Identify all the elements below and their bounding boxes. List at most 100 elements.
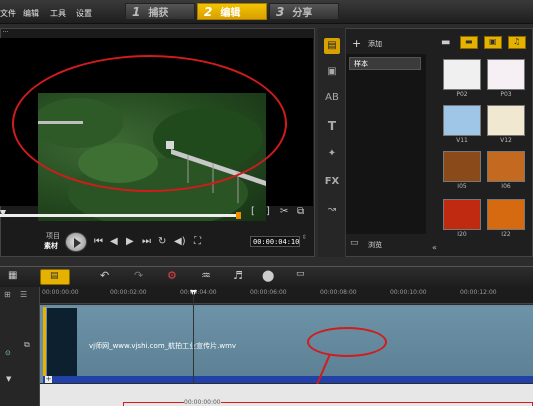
add-track-icon[interactable]: +	[45, 376, 52, 383]
audio-filter-icon: ♫	[513, 37, 521, 46]
path-icon[interactable]: ↝	[324, 202, 340, 218]
step-share-tab[interactable]: 3 分享	[269, 3, 339, 20]
play-button[interactable]	[65, 232, 87, 252]
mark-in-button[interactable]: [	[251, 206, 255, 217]
video-clip[interactable]: vj师网_www.vjshi.com_航拍工业宣传片.wmv	[43, 307, 533, 382]
media-library-icon[interactable]: ▤	[324, 38, 340, 54]
thumbnail-i05[interactable]	[443, 151, 481, 182]
add-icon[interactable]: +	[352, 37, 361, 50]
lower-timecode: 00:00:00:00	[184, 399, 221, 406]
home-icon[interactable]: ⏮	[94, 236, 103, 247]
thumbnail-label: I22	[501, 231, 511, 238]
timecode-field[interactable]: 00:00:04:10	[250, 236, 300, 247]
mark-out-button[interactable]: ]	[266, 206, 270, 217]
thumbnail-p02[interactable]	[443, 59, 481, 90]
library-sidebar: ▤ ▣ AB T ✦ FX ↝	[318, 28, 346, 257]
mode-clip-label[interactable]: 素材	[44, 241, 58, 251]
fullscreen-icon[interactable]: ⛶	[194, 236, 201, 247]
instant-project-icon[interactable]: ▣	[324, 64, 340, 80]
volume-icon[interactable]: ◀)	[174, 236, 186, 247]
clip-duration-strip	[43, 376, 533, 383]
browse-button[interactable]: 浏览	[368, 240, 382, 250]
menu-settings[interactable]: 设置	[76, 8, 92, 19]
ruler-tick: 00:00:12:00	[460, 289, 497, 296]
storyboard-view-icon[interactable]: ▦	[8, 270, 17, 281]
auto-music-icon[interactable]: ♬	[233, 269, 243, 282]
mode-project-label[interactable]: 项目	[46, 231, 60, 241]
step-edit-label: 编辑	[220, 8, 241, 19]
browse-icon[interactable]: ▭	[350, 238, 359, 248]
record-capture-icon[interactable]: ⚙	[167, 269, 177, 282]
timeline-view-icon: ▤	[50, 271, 59, 281]
thumbnail-label: V11	[456, 137, 468, 144]
enlarge-icon[interactable]: ⧉	[297, 206, 304, 217]
playback-controls: 项目 素材 ⏮ ◀ ▶ ⏭ ↻ ◀) ⛶ 00:00:04:10 ⇳	[0, 228, 313, 256]
graphic-icon[interactable]: ✦	[324, 146, 340, 162]
thumbnail-v12[interactable]	[487, 105, 525, 136]
motion-track-icon[interactable]: ⬤	[262, 269, 274, 282]
folder-item-label: 样本	[354, 60, 368, 68]
show-audio-button[interactable]: ♫	[508, 36, 526, 49]
timecode-value: 00:00:04:10	[253, 238, 300, 246]
previous-frame-icon[interactable]: ◀	[110, 236, 118, 247]
panel-grip-icon	[3, 31, 8, 36]
clip-thumbnail	[47, 308, 77, 381]
video-filter-icon: ▬	[465, 37, 473, 46]
show-photo-button[interactable]: ▣	[484, 36, 502, 49]
ruler-tick: 00:00:06:00	[250, 289, 287, 296]
menu-file[interactable]: 文件	[0, 8, 16, 19]
menu-edit[interactable]: 编辑	[23, 8, 39, 19]
timeline-ruler[interactable]: 00:00:00:00 00:00:02:00 00:00:04:00 00:0…	[40, 287, 533, 304]
thumbnail-i22[interactable]	[487, 199, 525, 230]
clip-name: vj师网_www.vjshi.com_航拍工业宣传片.wmv	[89, 342, 237, 350]
end-icon[interactable]: ⏭	[142, 236, 151, 247]
repeat-icon[interactable]: ↻	[158, 236, 166, 247]
step-edit-tab[interactable]: 2 编辑	[197, 3, 267, 20]
ruler-tick: 00:00:04:00	[180, 289, 217, 296]
thumbnail-p03[interactable]	[487, 59, 525, 90]
collapse-library-icon[interactable]: «	[432, 243, 437, 252]
video-track-icon[interactable]: ⧉	[24, 340, 30, 350]
transition-icon[interactable]: AB	[324, 90, 340, 106]
folder-item-sample[interactable]: 样本	[349, 57, 421, 70]
timeline-view-button[interactable]: ▤	[40, 269, 70, 285]
track-manager-icon[interactable]: ⊞	[4, 290, 11, 299]
thumbnail-v11[interactable]	[443, 105, 481, 136]
step-share-number: 3	[276, 5, 285, 19]
thumbnail-label: V12	[500, 137, 512, 144]
thumbnail-i20[interactable]	[443, 199, 481, 230]
add-folder-label[interactable]: 添加	[368, 39, 382, 49]
folder-icon[interactable]: ▬	[441, 37, 450, 48]
photo-filter-icon: ▣	[489, 37, 497, 46]
menu-tools[interactable]: 工具	[50, 8, 66, 19]
annotation-ellipse-clip	[307, 327, 387, 357]
sound-mixer-icon[interactable]: ♒	[201, 269, 211, 282]
step-share-label: 分享	[292, 8, 313, 19]
thumbnail-label: P02	[456, 91, 468, 98]
thumbnail-i06[interactable]	[487, 151, 525, 182]
next-frame-icon[interactable]: ▶	[126, 236, 134, 247]
scissors-icon[interactable]: ✂	[280, 206, 288, 217]
thumbnail-label: I05	[457, 183, 467, 190]
undo-icon[interactable]: ↶	[100, 269, 109, 282]
ruler-tick: 00:00:00:00	[42, 289, 79, 296]
annotation-ellipse-preview	[12, 55, 287, 192]
step-capture-label: 捕获	[148, 8, 169, 19]
track-expand-icon[interactable]: ▼	[6, 375, 11, 383]
ruler-tick: 00:00:08:00	[320, 289, 357, 296]
folder-list	[346, 54, 426, 234]
step-capture-number: 1	[132, 5, 141, 19]
timecode-stepper[interactable]: ⇳	[302, 234, 307, 241]
track-visible-icon[interactable]: ⊙	[5, 349, 11, 357]
step-edit-number: 2	[204, 5, 213, 19]
subtitle-editor-icon[interactable]: ▭	[296, 269, 305, 279]
chapter-point-icon[interactable]: ☰	[20, 290, 27, 299]
step-capture-tab[interactable]: 1 捕获	[125, 3, 195, 20]
scrub-bar[interactable]: [ ] ✂ ⧉	[0, 206, 313, 224]
preview-screen	[0, 38, 313, 221]
title-icon[interactable]: T	[324, 118, 340, 134]
show-video-button[interactable]: ▬	[460, 36, 478, 49]
trim-end-marker[interactable]	[236, 212, 241, 219]
redo-icon[interactable]: ↷	[134, 269, 143, 282]
filter-icon[interactable]: FX	[324, 174, 340, 190]
